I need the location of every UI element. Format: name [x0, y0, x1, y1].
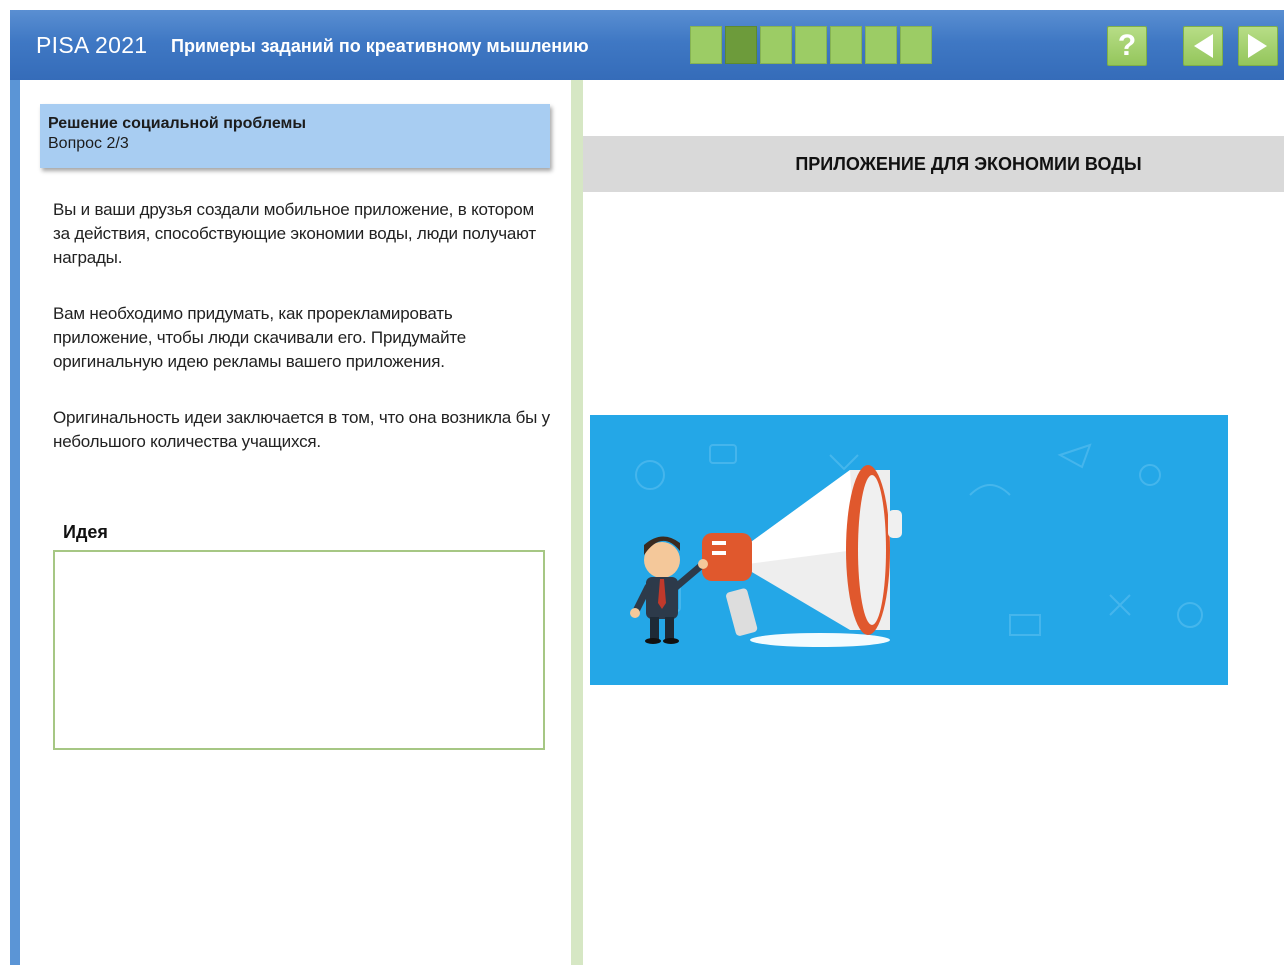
megaphone-illustration — [590, 415, 1228, 685]
megaphone-image — [630, 443, 1203, 647]
question-number: Вопрос 2/3 — [48, 135, 129, 152]
progress-step-2[interactable] — [725, 26, 757, 64]
help-button[interactable]: ? — [1107, 26, 1147, 66]
progress-step-4[interactable] — [795, 26, 827, 64]
progress-step-5[interactable] — [830, 26, 862, 64]
previous-button[interactable] — [1183, 26, 1223, 66]
progress-indicator — [690, 26, 932, 64]
task-paragraph-3: Оригинальность идеи заключается в том, ч… — [53, 408, 550, 451]
progress-step-1[interactable] — [690, 26, 722, 64]
left-frame-strip — [10, 80, 20, 965]
progress-step-7[interactable] — [900, 26, 932, 64]
next-button[interactable] — [1238, 26, 1278, 66]
idea-label: Идея — [63, 522, 108, 542]
app-title-bar: ПРИЛОЖЕНИЕ ДЛЯ ЭКОНОМИИ ВОДЫ — [583, 136, 1284, 192]
help-icon: ? — [1117, 29, 1137, 62]
page-subtitle: Примеры заданий по креативному мышлению — [171, 36, 589, 56]
task-paragraph-2: Вам необходимо придумать, как прореклами… — [53, 304, 467, 371]
task-paragraph-1: Вы и ваши друзья создали мобильное прило… — [53, 200, 536, 267]
idea-input[interactable] — [53, 550, 545, 750]
task-header: Решение социальной проблемы Вопрос 2/3 — [40, 104, 550, 168]
app-window: PISA 2021 Примеры заданий по креативному… — [10, 10, 1284, 965]
arrow-left-icon — [1194, 34, 1213, 58]
pane-divider[interactable] — [571, 80, 583, 965]
task-title: Решение социальной проблемы — [48, 115, 307, 132]
arrow-right-icon — [1248, 34, 1267, 58]
progress-step-3[interactable] — [760, 26, 792, 64]
app-title: ПРИЛОЖЕНИЕ ДЛЯ ЭКОНОМИИ ВОДЫ — [795, 153, 1142, 174]
progress-step-6[interactable] — [865, 26, 897, 64]
header-bar: PISA 2021 Примеры заданий по креативному… — [10, 10, 1284, 80]
brand-title: PISA 2021 — [36, 32, 148, 58]
